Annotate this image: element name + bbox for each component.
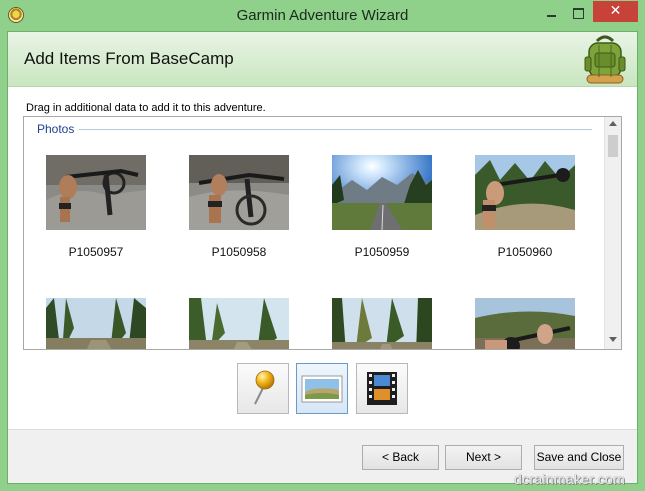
backpack-icon (584, 35, 626, 84)
section-divider (79, 129, 592, 130)
photo-thumbnail[interactable] (46, 155, 146, 230)
photo-icon (301, 375, 343, 403)
photo-name: P1050958 (211, 245, 267, 259)
waypoints-type-button[interactable] (237, 363, 289, 414)
minimize-button[interactable] (538, 3, 564, 23)
application-window: Garmin Adventure Wizard ✕ Add Items From… (0, 0, 645, 491)
videos-type-button[interactable] (356, 363, 408, 414)
maximize-button[interactable] (565, 3, 591, 23)
scroll-down-arrow-icon[interactable] (609, 337, 617, 342)
photos-type-button[interactable] (296, 363, 348, 414)
photo-thumbnail[interactable] (332, 298, 432, 349)
video-icon (367, 372, 397, 405)
back-button[interactable]: < Back (362, 445, 439, 470)
photo-name: P1050960 (497, 245, 553, 259)
photos-panel[interactable]: Photos P1050957 P1050958 P1050959 P10509… (23, 116, 622, 350)
photos-section-label: Photos (37, 122, 79, 136)
vertical-scrollbar[interactable] (604, 117, 621, 349)
photo-name: P1050959 (354, 245, 410, 259)
photo-thumbnail[interactable] (189, 298, 289, 349)
photo-thumbnail[interactable] (46, 298, 146, 349)
next-button[interactable]: Next > (445, 445, 522, 470)
photo-name: P1050957 (68, 245, 124, 259)
close-button[interactable]: ✕ (593, 1, 638, 22)
page-title: Add Items From BaseCamp (24, 49, 234, 68)
waypoint-pin-icon (254, 370, 275, 405)
photo-thumbnail[interactable] (332, 155, 432, 230)
watermark: dcrainmaker.com (514, 471, 626, 487)
wizard-header: Add Items From BaseCamp (8, 32, 637, 87)
photo-thumbnail[interactable] (475, 298, 575, 349)
photo-thumbnail[interactable] (475, 155, 575, 230)
scrollbar-thumb[interactable] (608, 135, 618, 157)
photo-thumbnail[interactable] (189, 155, 289, 230)
instruction-text: Drag in additional data to add it to thi… (26, 102, 266, 114)
scroll-up-arrow-icon[interactable] (609, 121, 617, 126)
save-and-close-button[interactable]: Save and Close (534, 445, 624, 470)
title-bar[interactable]: Garmin Adventure Wizard ✕ (0, 0, 645, 31)
